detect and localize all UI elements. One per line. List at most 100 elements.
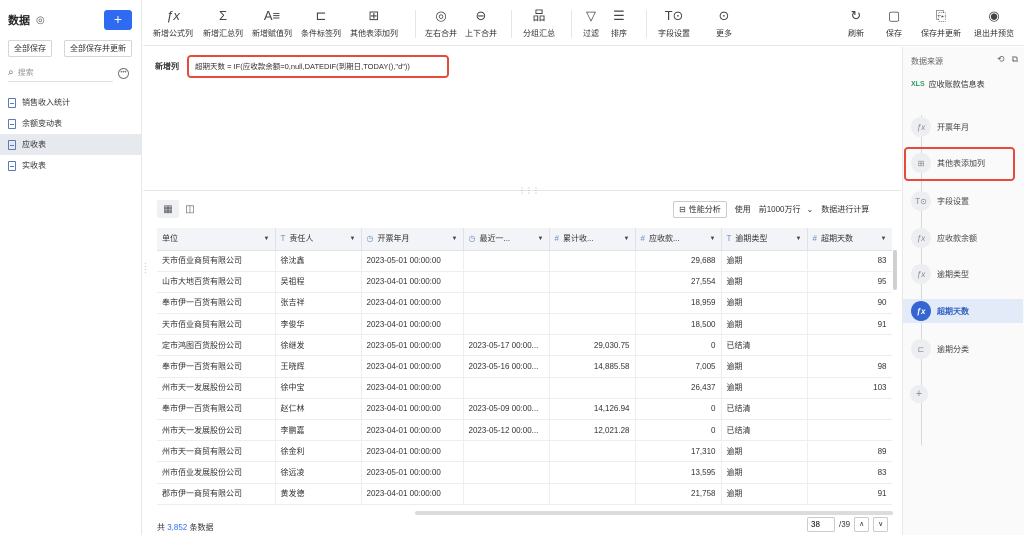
add-assign-column-button[interactable]: A≡ 新增赋值列 [252, 6, 292, 39]
panel-icons: ⟲ ⧉ [997, 54, 1018, 65]
step-overdue-type[interactable]: ƒx 逾期类型 [911, 264, 969, 284]
table-row[interactable]: 州市天一发展股份公司 徐中宝 2023-04-01 00:00:00 26,437 逾期… [157, 377, 892, 399]
column-header[interactable]: # 超期天数 ▼ [807, 228, 892, 251]
performance-analysis-button[interactable]: ⊟ 性能分析 [673, 201, 727, 218]
field-settings-button[interactable]: T⊙ 字段设置 [658, 6, 690, 39]
table-cell: 0 [635, 419, 722, 442]
table-cell: 定市鸿图百货股份公司 [157, 334, 276, 357]
merge-left-right-button[interactable]: ◎ 左右合并 [425, 6, 457, 39]
table-row[interactable]: 奉市伊一百货有限公司 张吉祥 2023-04-01 00:00:00 18,959 逾期… [157, 292, 892, 315]
sort-dropdown-icon[interactable]: ▼ [796, 236, 802, 242]
filter-button[interactable]: ▽ 过滤 [583, 6, 599, 39]
more-icon[interactable]: ••• [118, 68, 129, 79]
table-row[interactable]: 奉市伊一百货有限公司 王晓辉 2023-04-01 00:00:00 2023-05-… [157, 355, 892, 378]
column-header[interactable]: ◷ 开票年月 ▼ [361, 228, 464, 251]
step-field-settings[interactable]: T⊙ 字段设置 [911, 191, 969, 211]
count-suffix: 条数据 [187, 523, 214, 532]
table-row[interactable]: 天市佰业商贸有限公司 徐沈鑫 2023-05-01 00:00:00 29,688 逾期… [157, 250, 892, 272]
sidebar-item-receivable[interactable]: 应收表 [0, 134, 141, 155]
page-input[interactable] [807, 517, 835, 532]
table-row[interactable]: 定市鸿图百货股份公司 徐继发 2023-05-01 00:00:00 2023-05-… [157, 334, 892, 357]
table-row[interactable]: 州市天一商贸有限公司 徐金利 2023-04-01 00:00:00 17,310 逾期… [157, 440, 892, 463]
refresh-button[interactable]: ↻ 刷新 [848, 6, 864, 39]
table-cell: 27,554 [635, 271, 722, 293]
column-header[interactable]: 单位 ▼ [157, 228, 276, 251]
horizontal-scrollbar[interactable] [415, 511, 893, 515]
save-button[interactable]: ▢ 保存 [886, 6, 902, 39]
sort-dropdown-icon[interactable]: ▼ [624, 236, 630, 242]
sidebar-item-label: 余额变动表 [22, 119, 62, 128]
sort-dropdown-icon[interactable]: ▼ [710, 236, 716, 242]
add-table-button[interactable]: + [104, 10, 132, 30]
rows-select[interactable]: 前1000万行 ⌄ [759, 204, 814, 215]
condition-tag-icon: ⊏ [911, 339, 931, 359]
add-formula-column-button[interactable]: ƒx 新增公式列 [153, 6, 193, 39]
step-billing-month[interactable]: ƒx 开票年月 [911, 117, 969, 137]
column-header[interactable]: T 责任人 ▼ [275, 228, 362, 251]
sidebar-item-sales[interactable]: 销售收入统计 [0, 92, 141, 113]
sidebar-item-received[interactable]: 实收表 [0, 155, 141, 176]
step-receivable-balance[interactable]: ƒx 应收款余额 [911, 228, 977, 248]
table-cell: 州市天一商贸有限公司 [157, 440, 276, 463]
steps-panel: 数据来源 ⟲ ⧉ XLS 应收账款信息表 ƒx 开票年月 ⊞ 其他表添加列 T⊙ 字段… [902, 47, 1024, 535]
add-step-button[interactable]: + [910, 385, 928, 403]
vertical-scrollbar[interactable] [893, 250, 897, 290]
save-all-update-button[interactable]: 全部保存并更新 [64, 40, 132, 57]
formula-area: 新增列 超期天数 = IF(应收款余额=0,null,DATEDIF(到期日,T… [143, 47, 901, 187]
save-all-button[interactable]: 全部保存 [8, 40, 52, 57]
table-row[interactable]: 州市天一发展股份公司 李鹏嘉 2023-04-01 00:00:00 2023-05-… [157, 419, 892, 442]
table-cell: 103 [807, 377, 892, 399]
table-row[interactable]: 州市佰业发展股份公司 徐远凌 2023-05-01 00:00:00 13,595 逾期… [157, 461, 892, 484]
prev-page-button[interactable]: ∧ [854, 517, 870, 532]
sort-dropdown-icon[interactable]: ▼ [538, 236, 544, 242]
merge-up-down-button[interactable]: ⊖ 上下合并 [465, 6, 497, 39]
column-header[interactable]: T 逾期类型 ▼ [721, 228, 808, 251]
date-type-icon: ◷ [366, 234, 374, 244]
layout-view-icon[interactable]: ◫ [179, 200, 201, 218]
column-header[interactable]: # 累计收... ▼ [549, 228, 636, 251]
split-view-icon[interactable]: ⧉ [1012, 54, 1018, 65]
condition-tag-column-button[interactable]: ⊏ 条件标签列 [301, 6, 341, 39]
sort-dropdown-icon[interactable]: ▼ [350, 236, 356, 242]
group-summary-button[interactable]: 品分组汇总 [523, 6, 555, 39]
table-cell [463, 440, 550, 463]
table-row[interactable]: 天市佰业商贸有限公司 李俊华 2023-04-01 00:00:00 18,500 逾期… [157, 313, 892, 336]
exit-preview-button[interactable]: ◉ 退出并预览 [974, 6, 1014, 39]
column-header[interactable]: ◷ 最近一... ▼ [463, 228, 550, 251]
table-cell [463, 250, 550, 272]
sort-dropdown-icon[interactable]: ▼ [881, 236, 887, 242]
add-summary-column-button[interactable]: Σ 新增汇总列 [203, 6, 243, 39]
step-overdue-days[interactable]: ƒx 超期天数 [903, 299, 1023, 323]
formula-editor[interactable]: 超期天数 = IF(应收款余额=0,null,DATEDIF(到期日,TODAY… [187, 55, 449, 78]
step-overdue-category[interactable]: ⊏ 逾期分类 [911, 339, 969, 359]
sort-button[interactable]: ☰ 排序 [611, 6, 627, 39]
history-icon[interactable]: ⟲ [997, 54, 1005, 65]
sidebar-item-balance[interactable]: 余额变动表 [0, 113, 141, 134]
table-row[interactable]: 奉市伊一百货有限公司 赵仁林 2023-04-01 00:00:00 2023-05-… [157, 398, 892, 421]
resize-handle[interactable]: ⋮⋮⋮ [518, 186, 540, 195]
sort-dropdown-icon[interactable]: ▼ [452, 236, 458, 242]
date-type-icon: ◷ [468, 234, 476, 244]
step-label: 逾期分类 [937, 344, 969, 354]
target-icon[interactable]: ◎ [36, 15, 45, 26]
table-row[interactable]: 郡市伊一商贸有限公司 黄发德 2023-04-01 00:00:00 21,758 逾期… [157, 483, 892, 505]
table-cell: 91 [807, 313, 892, 336]
table-cell: 张吉祥 [275, 292, 362, 315]
other-table-add-column-button[interactable]: ⊞ 其他表添加列 [350, 6, 398, 39]
search-input[interactable]: 搜索 [18, 67, 34, 78]
table-cell: 2023-04-01 00:00:00 [361, 377, 464, 399]
column-header[interactable]: # 应收款... ▼ [635, 228, 722, 251]
grid-view-icon[interactable]: ▦ [157, 200, 179, 218]
next-page-button[interactable]: ∨ [873, 517, 889, 532]
data-source-item[interactable]: XLS 应收账款信息表 [911, 79, 985, 90]
sort-dropdown-icon[interactable]: ▼ [264, 236, 270, 242]
sidebar-search[interactable]: ⌕ 搜索 [8, 64, 113, 82]
toolbar-label: 新增公式列 [153, 29, 193, 38]
number-type-icon: # [812, 234, 817, 244]
more-button[interactable]: ⊙ 更多 [716, 6, 732, 39]
side-drag-handle[interactable]: · · · · [144, 260, 147, 277]
table-cell: 2023-05-12 00:00... [463, 419, 550, 442]
save-update-button[interactable]: ⎘ 保存并更新 [921, 6, 961, 39]
table-cell: 吴祖程 [275, 271, 362, 293]
table-row[interactable]: 山市大地百货有限公司 吴祖程 2023-04-01 00:00:00 27,554 逾期… [157, 271, 892, 293]
